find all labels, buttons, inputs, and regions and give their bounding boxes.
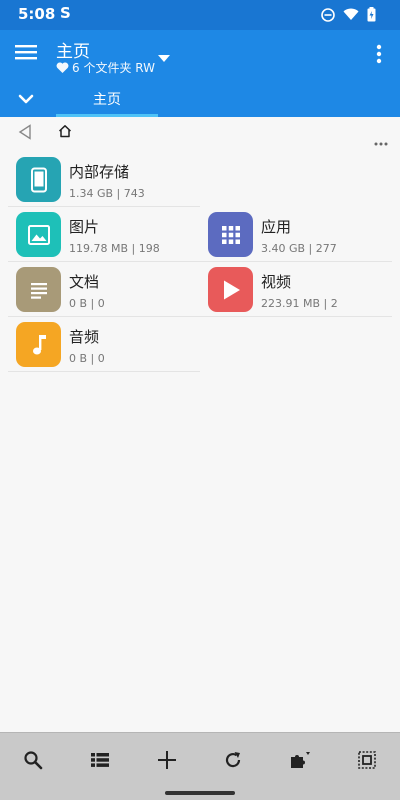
tile-icon-bg [16, 157, 61, 202]
status-bar: 5:08 S [0, 0, 400, 30]
app-bar: 主页 6 个文件夹 RW 主页 [0, 30, 400, 117]
menu-button[interactable] [14, 42, 42, 66]
tile-icon-bg [16, 212, 61, 257]
chevron-down-icon [18, 94, 34, 104]
tile-divider [8, 371, 200, 372]
do-not-disturb-icon [321, 7, 335, 22]
tile-name: 内部存储 [69, 163, 130, 181]
list-view-icon [90, 752, 109, 767]
tile-meta: 0 B | 0 [69, 352, 105, 365]
dropdown-triangle-icon [158, 55, 170, 62]
refresh-icon [226, 751, 241, 767]
image-icon [27, 224, 50, 245]
status-s-icon: S [60, 4, 71, 22]
tile-meta: 119.78 MB | 198 [69, 242, 160, 255]
tile-name: 音频 [69, 328, 100, 346]
breadcrumb [0, 117, 400, 151]
hamburger-menu-icon [15, 45, 37, 60]
tile-name: 应用 [261, 218, 292, 236]
wifi-icon [343, 8, 359, 20]
tile-documents[interactable]: 文档 0 B | 0 [8, 263, 200, 317]
tab-home[interactable]: 主页 [56, 86, 158, 117]
tile-meta: 223.91 MB | 2 [261, 297, 338, 310]
tile-divider [200, 316, 392, 317]
play-icon [223, 280, 240, 299]
overflow-menu-button[interactable] [376, 44, 382, 68]
tile-divider [8, 316, 200, 317]
title-dropdown-button[interactable] [158, 48, 170, 67]
breadcrumb-back-button[interactable] [18, 124, 32, 144]
collapse-button[interactable] [18, 90, 34, 109]
tile-icon-bg [208, 267, 253, 312]
music-note-icon [32, 334, 46, 354]
page-subtitle: 6 个文件夹 RW [56, 59, 155, 76]
plugins-button[interactable] [280, 740, 320, 780]
breadcrumb-more-button[interactable] [374, 131, 388, 150]
phone-icon [30, 167, 47, 192]
home-icon [58, 125, 72, 138]
tile-name: 图片 [69, 218, 100, 236]
tile-divider [8, 206, 200, 207]
document-icon [30, 282, 47, 299]
status-time: 5:08 [18, 5, 56, 23]
tile-divider [8, 261, 200, 262]
tile-images[interactable]: 图片 119.78 MB | 198 [8, 208, 200, 262]
tile-meta: 3.40 GB | 277 [261, 242, 337, 255]
system-nav-bar [0, 786, 400, 800]
refresh-button[interactable] [213, 740, 253, 780]
tile-icon-bg [208, 212, 253, 257]
breadcrumb-home-button[interactable] [58, 123, 72, 142]
add-button[interactable] [147, 740, 187, 780]
heart-icon [56, 61, 69, 73]
tile-internal-storage[interactable]: 内部存储 1.34 GB | 743 [8, 153, 200, 207]
plus-icon [157, 750, 176, 769]
tile-apps[interactable]: 应用 3.40 GB | 277 [200, 208, 392, 262]
status-icons [321, 7, 376, 22]
gesture-handle[interactable] [165, 791, 235, 795]
view-list-button[interactable] [80, 740, 120, 780]
tile-audio[interactable]: 音频 0 B | 0 [8, 318, 200, 372]
subtitle-text: 6 个文件夹 RW [72, 61, 155, 75]
battery-icon [367, 7, 376, 22]
tile-name: 文档 [69, 273, 100, 291]
apps-grid-icon [221, 225, 240, 244]
select-all-icon [357, 750, 376, 769]
tile-icon-bg [16, 322, 61, 367]
tile-meta: 0 B | 0 [69, 297, 105, 310]
back-triangle-icon [18, 124, 31, 140]
more-vertical-icon [376, 44, 382, 64]
search-button[interactable] [13, 740, 53, 780]
tile-name: 视频 [261, 273, 292, 291]
tile-meta: 1.34 GB | 743 [69, 187, 145, 200]
tile-icon-bg [16, 267, 61, 312]
tile-divider [200, 261, 392, 262]
select-button[interactable] [347, 740, 387, 780]
puzzle-icon [290, 751, 310, 768]
more-horizontal-icon [374, 142, 388, 146]
tab-home-label: 主页 [93, 92, 121, 108]
tile-videos[interactable]: 视频 223.91 MB | 2 [200, 263, 392, 317]
search-icon [24, 750, 43, 769]
bottom-toolbar [0, 732, 400, 786]
